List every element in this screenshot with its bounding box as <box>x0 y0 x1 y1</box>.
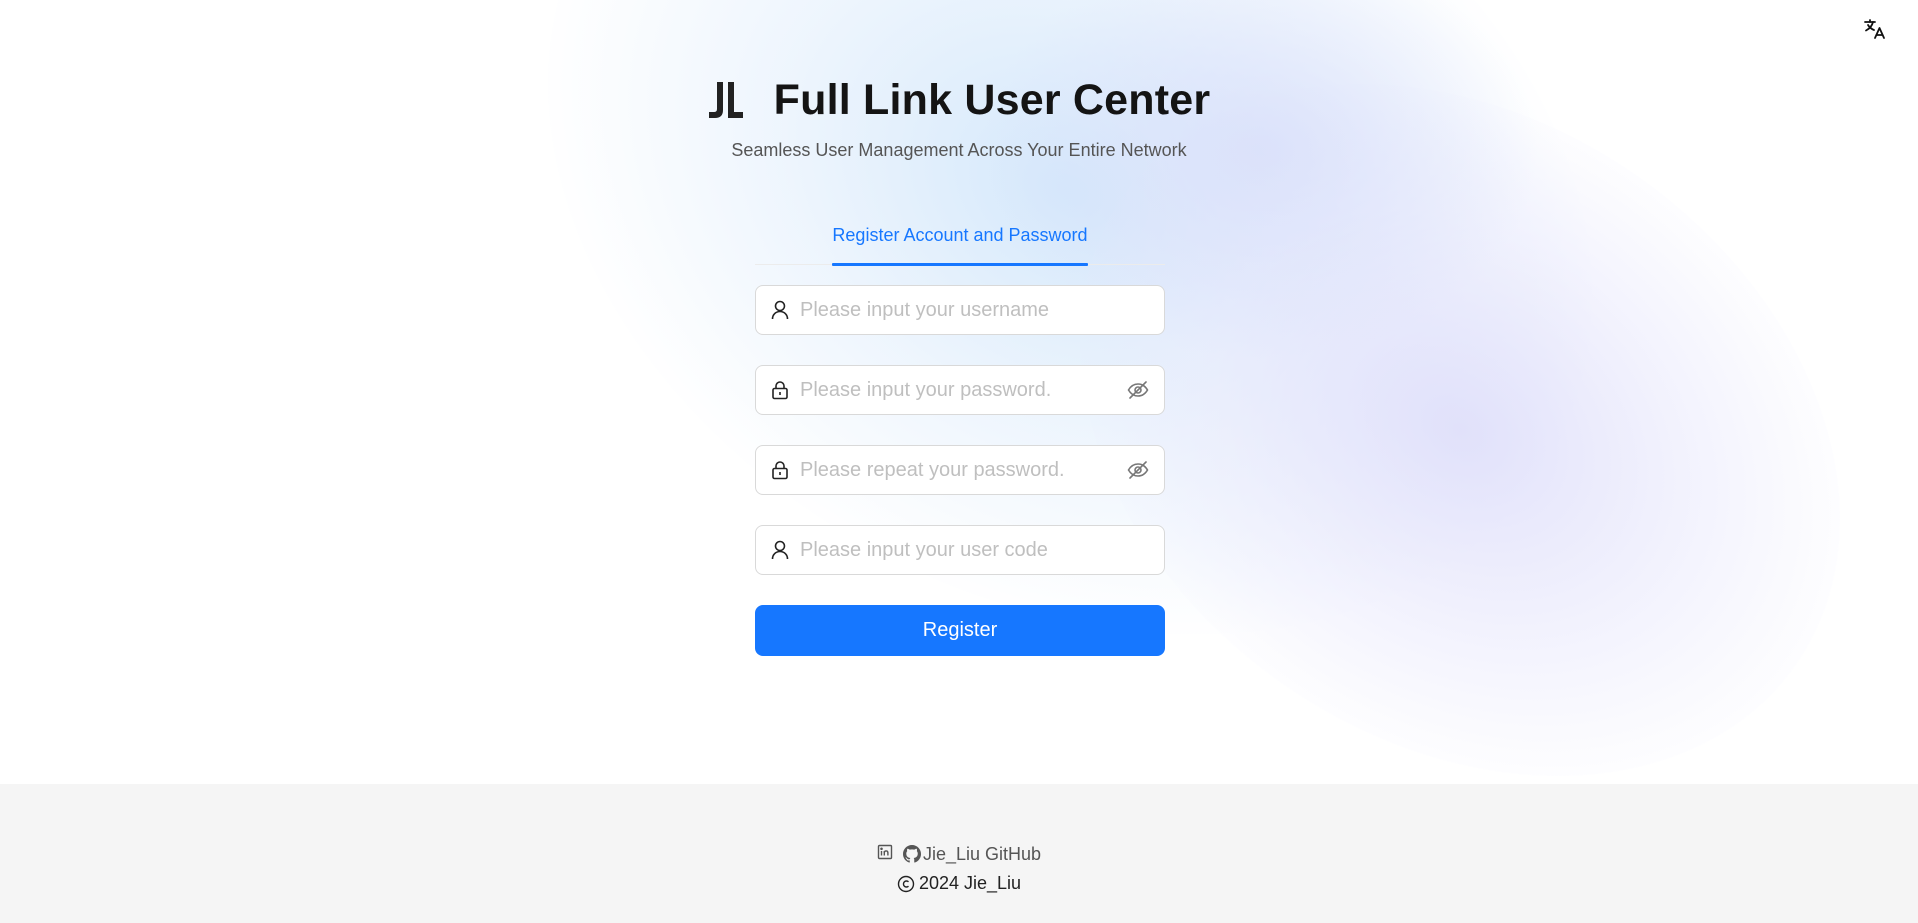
page-subtitle: Seamless User Management Across Your Ent… <box>731 140 1187 160</box>
footer: Jie_Liu GitHub 2024 Jie_Liu <box>0 784 1918 923</box>
translate-icon <box>1864 19 1885 39</box>
github-link-label: Jie_Liu GitHub <box>922 843 1042 864</box>
user-code-field <box>755 525 1165 575</box>
tab-active-indicator <box>832 263 1088 266</box>
confirm-password-input[interactable] <box>800 455 1126 485</box>
github-link[interactable]: Jie_Liu GitHub <box>902 843 1042 865</box>
title-row: Full Link User Center <box>708 72 1211 128</box>
language-switch-button[interactable] <box>1860 14 1890 44</box>
password-field <box>755 365 1165 415</box>
github-icon <box>902 845 921 863</box>
register-button[interactable]: Register <box>755 605 1165 656</box>
copyright: 2024 Jie_Liu <box>897 873 1021 894</box>
tab-bar: Register Account and Password <box>755 210 1165 266</box>
confirm-password-field <box>755 445 1165 495</box>
eye-invisible-icon[interactable] <box>1126 458 1150 482</box>
register-form: Register Account and Password Please inp… <box>755 210 1165 656</box>
user-icon <box>770 540 790 560</box>
linkedin-icon[interactable] <box>877 844 893 865</box>
footer-links: Jie_Liu GitHub <box>877 843 1041 865</box>
user-icon <box>770 300 790 320</box>
main-area: Full Link User Center Seamless User Mana… <box>0 0 1918 784</box>
lock-icon <box>770 380 790 400</box>
username-input[interactable] <box>800 295 1150 325</box>
copyright-text: 2024 Jie_Liu <box>918 873 1022 893</box>
password-input[interactable] <box>800 375 1126 405</box>
copyright-icon <box>897 875 915 892</box>
eye-invisible-icon[interactable] <box>1126 378 1150 402</box>
tab-label: Register Account and Password <box>832 225 1088 245</box>
jl-logo-icon <box>708 78 744 122</box>
header: Full Link User Center Seamless User Mana… <box>0 72 1918 161</box>
tab-register-account[interactable]: Register Account and Password <box>832 210 1088 266</box>
page-title: Full Link User Center <box>773 75 1211 124</box>
user-code-input[interactable] <box>800 535 1150 565</box>
username-field <box>755 285 1165 335</box>
page: Full Link User Center Seamless User Mana… <box>0 0 1918 923</box>
lock-icon <box>770 460 790 480</box>
